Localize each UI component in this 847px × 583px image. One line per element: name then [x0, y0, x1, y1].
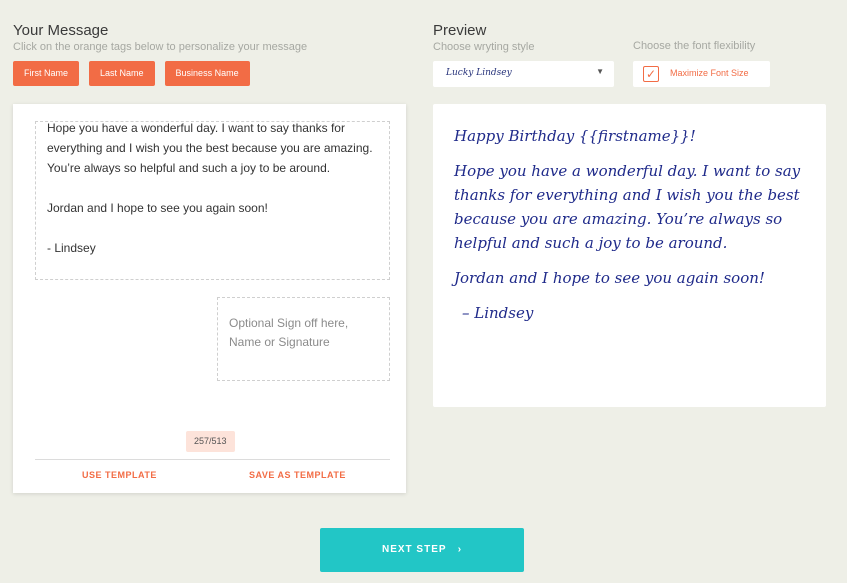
caret-down-icon: ▼ [596, 67, 604, 76]
message-header: Your Message Click on the orange tags be… [13, 22, 307, 54]
message-text: Hope you have a wonderful day. I want to… [47, 121, 382, 278]
preview-closing: Jordan and I hope to see you again soon! [454, 269, 765, 287]
preview-header: Preview Choose wryting style [433, 22, 535, 54]
signoff-placeholder: Optional Sign off here, Name or Signatur… [229, 316, 349, 349]
preview-greeting: Happy Birthday {{firstname}}! [454, 127, 696, 145]
chevron-right-icon: › [450, 544, 463, 555]
writing-style-value: Lucky Lindsey [446, 68, 512, 78]
message-paragraph: - Lindsey [47, 241, 96, 255]
tag-first-name[interactable]: First Name [13, 61, 80, 86]
maximize-font-size-checkbox[interactable]: ✓ Maximize Font Size [633, 61, 770, 87]
tag-last-name[interactable]: Last Name [89, 61, 155, 86]
save-as-template-button[interactable]: SAVE AS TEMPLATE [249, 470, 346, 480]
personalization-tags: First Name Last Name Business Name [13, 61, 260, 86]
message-title: Your Message [13, 22, 109, 39]
message-subtitle: Click on the orange tags below to person… [13, 41, 308, 53]
writing-style-label: Choose wryting style [433, 41, 535, 53]
next-step-label: NEXT STEP [381, 544, 447, 555]
use-template-button[interactable]: USE TEMPLATE [82, 470, 157, 480]
divider [35, 459, 390, 460]
font-flexibility-label: Choose the font flexibility [633, 40, 756, 52]
preview-text: Happy Birthday {{firstname}}! Hope you h… [454, 124, 814, 336]
preview-body: Hope you have a wonderful day. I want to… [454, 162, 801, 252]
character-counter: 257/513 [186, 431, 235, 452]
message-paragraph: Hope you have a wonderful day. I want to… [47, 121, 373, 175]
checkmark-icon: ✓ [643, 66, 659, 82]
signoff-field[interactable]: Optional Sign off here, Name or Signatur… [217, 297, 390, 381]
message-textarea[interactable]: Hope you have a wonderful day. I want to… [35, 121, 390, 280]
preview-title: Preview [433, 22, 487, 39]
preview-signature: – Lindsey [462, 304, 534, 322]
writing-style-select[interactable]: Lucky Lindsey ▼ [433, 61, 614, 87]
tag-business-name[interactable]: Business Name [164, 61, 250, 86]
message-editor: Hope you have a wonderful day. I want to… [13, 104, 406, 493]
next-step-button[interactable]: NEXT STEP › [320, 528, 524, 572]
handwriting-preview: Happy Birthday {{firstname}}! Hope you h… [433, 104, 826, 407]
message-paragraph: Jordan and I hope to see you again soon! [47, 201, 268, 215]
maximize-font-size-label: Maximize Font Size [670, 68, 749, 78]
